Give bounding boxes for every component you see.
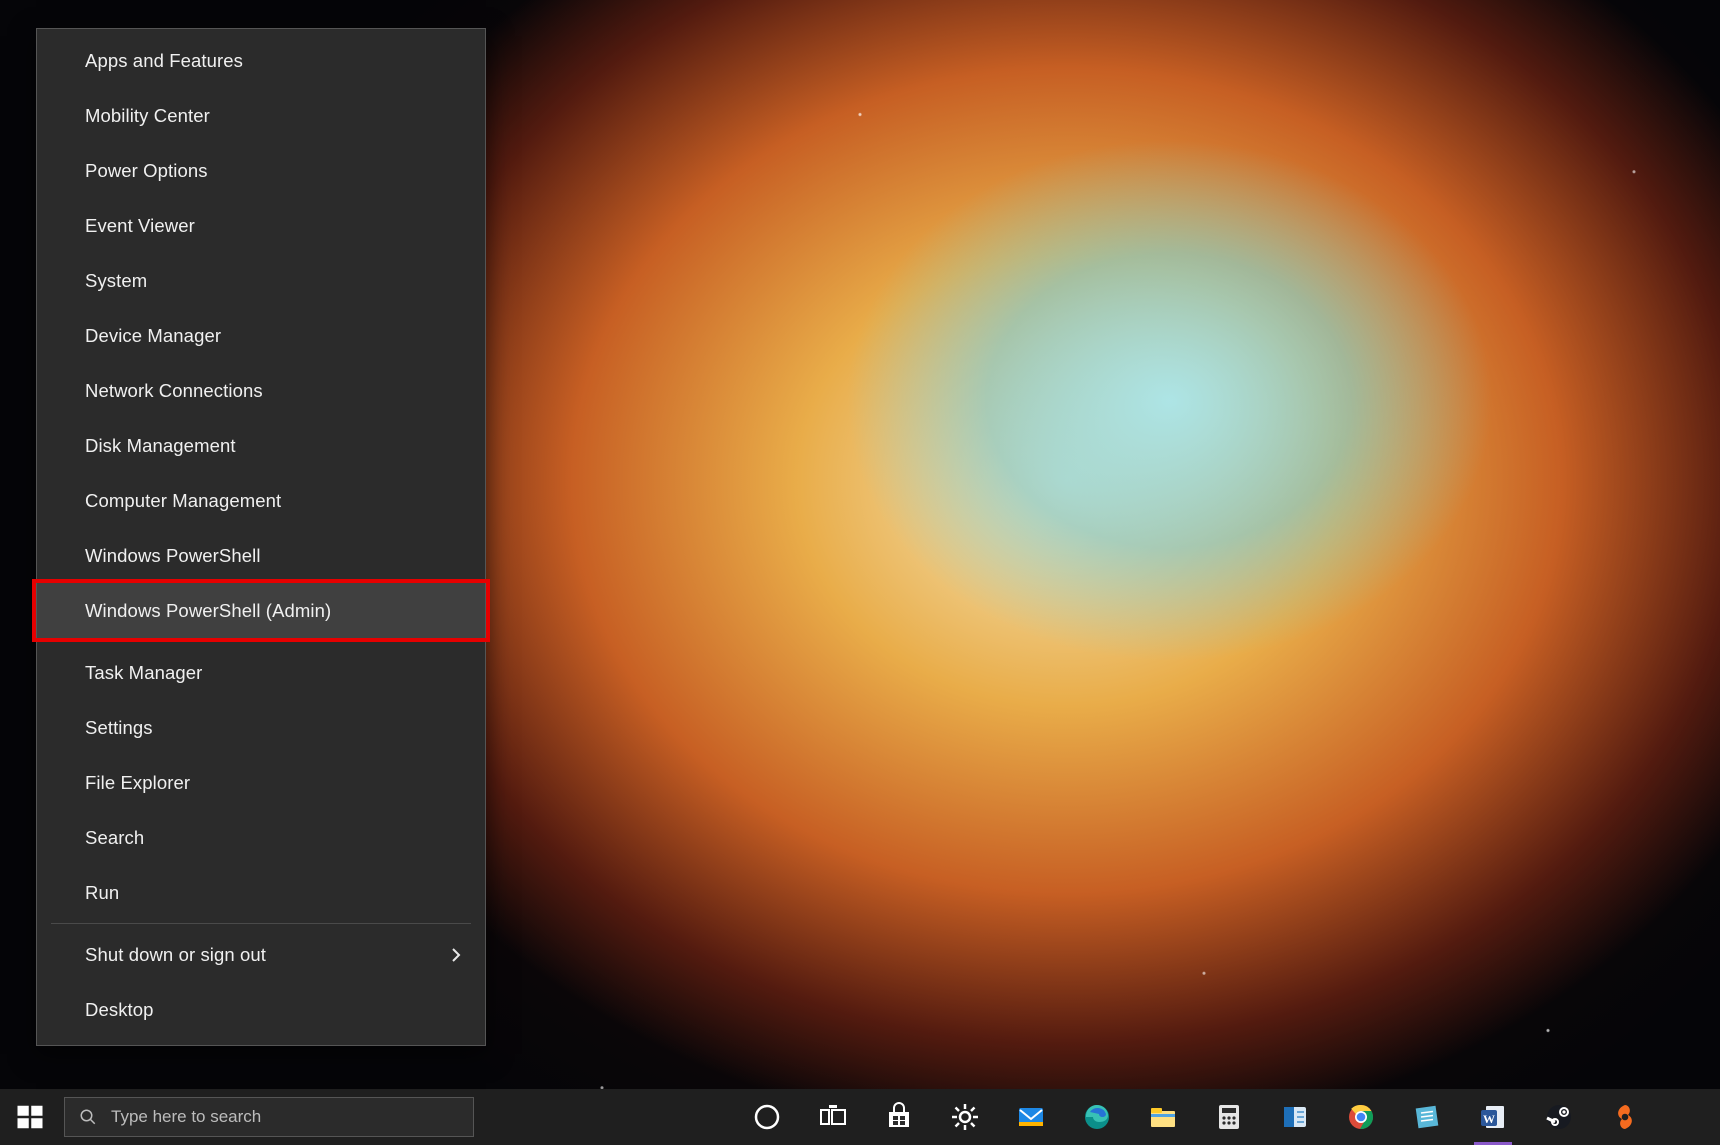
sticky-notes-icon <box>1412 1102 1442 1132</box>
menu-item-settings[interactable]: Settings <box>37 700 485 755</box>
menu-item-label: Task Manager <box>85 662 202 684</box>
menu-item-power-options[interactable]: Power Options <box>37 143 485 198</box>
menu-item-run[interactable]: Run <box>37 865 485 920</box>
start-button[interactable] <box>0 1089 60 1145</box>
chevron-right-icon <box>451 947 461 963</box>
search-placeholder-text: Type here to search <box>111 1107 261 1127</box>
taskbar-item-onenote[interactable] <box>1262 1089 1328 1145</box>
edge-icon <box>1082 1102 1112 1132</box>
menu-item-desktop[interactable]: Desktop <box>37 982 485 1037</box>
menu-item-system[interactable]: System <box>37 253 485 308</box>
microsoft-store-icon <box>884 1102 914 1132</box>
taskbar-item-mail[interactable] <box>998 1089 1064 1145</box>
menu-item-label: Apps and Features <box>85 50 243 72</box>
menu-item-label: Event Viewer <box>85 215 195 237</box>
taskbar: Type here to search <box>0 1089 1720 1145</box>
taskbar-item-store[interactable] <box>866 1089 932 1145</box>
menu-item-powershell-admin[interactable]: Windows PowerShell (Admin) <box>37 583 485 638</box>
menu-item-label: Windows PowerShell (Admin) <box>85 600 331 622</box>
menu-item-shutdown-signout[interactable]: Shut down or sign out <box>37 927 485 982</box>
menu-item-file-explorer[interactable]: File Explorer <box>37 755 485 810</box>
menu-item-label: Settings <box>85 717 153 739</box>
menu-item-mobility-center[interactable]: Mobility Center <box>37 88 485 143</box>
taskbar-item-settings[interactable] <box>932 1089 998 1145</box>
menu-item-task-manager[interactable]: Task Manager <box>37 645 485 700</box>
task-view-icon <box>818 1102 848 1132</box>
menu-item-computer-management[interactable]: Computer Management <box>37 473 485 528</box>
word-icon <box>1478 1102 1508 1132</box>
menu-item-label: Run <box>85 882 119 904</box>
taskbar-item-word[interactable] <box>1460 1089 1526 1145</box>
menu-item-label: Computer Management <box>85 490 281 512</box>
menu-item-device-manager[interactable]: Device Manager <box>37 308 485 363</box>
menu-item-label: Power Options <box>85 160 208 182</box>
taskbar-pinned-apps <box>734 1089 1658 1145</box>
winx-context-menu: Apps and Features Mobility Center Power Op… <box>36 28 486 1046</box>
menu-item-label: Windows PowerShell <box>85 545 261 567</box>
onenote-icon <box>1280 1102 1310 1132</box>
taskbar-item-edge[interactable] <box>1064 1089 1130 1145</box>
menu-item-label: Search <box>85 827 144 849</box>
taskbar-left-group: Type here to search <box>0 1089 474 1145</box>
taskbar-item-chrome[interactable] <box>1328 1089 1394 1145</box>
taskbar-item-calculator[interactable] <box>1196 1089 1262 1145</box>
taskbar-item-steam[interactable] <box>1526 1089 1592 1145</box>
taskbar-search-box[interactable]: Type here to search <box>64 1097 474 1137</box>
taskbar-item-task-view[interactable] <box>800 1089 866 1145</box>
menu-item-search[interactable]: Search <box>37 810 485 865</box>
menu-item-apps-features[interactable]: Apps and Features <box>37 33 485 88</box>
menu-item-label: System <box>85 270 147 292</box>
menu-item-label: Shut down or sign out <box>85 944 266 966</box>
calculator-icon <box>1214 1102 1244 1132</box>
menu-item-label: Network Connections <box>85 380 263 402</box>
taskbar-item-cortana[interactable] <box>734 1089 800 1145</box>
settings-gear-icon <box>950 1102 980 1132</box>
file-explorer-icon <box>1148 1102 1178 1132</box>
menu-item-network-connections[interactable]: Network Connections <box>37 363 485 418</box>
menu-item-label: File Explorer <box>85 772 190 794</box>
menu-item-label: Disk Management <box>85 435 236 457</box>
menu-item-label: Device Manager <box>85 325 221 347</box>
menu-item-disk-management[interactable]: Disk Management <box>37 418 485 473</box>
taskbar-item-origin[interactable] <box>1592 1089 1658 1145</box>
steam-icon <box>1544 1102 1574 1132</box>
windows-logo-icon <box>15 1102 45 1132</box>
menu-item-event-viewer[interactable]: Event Viewer <box>37 198 485 253</box>
menu-separator <box>51 923 471 924</box>
search-icon <box>79 1108 97 1126</box>
origin-icon <box>1610 1102 1640 1132</box>
mail-icon <box>1016 1102 1046 1132</box>
menu-item-label: Mobility Center <box>85 105 210 127</box>
taskbar-item-explorer[interactable] <box>1130 1089 1196 1145</box>
menu-item-label: Desktop <box>85 999 154 1021</box>
taskbar-item-notes[interactable] <box>1394 1089 1460 1145</box>
chrome-icon <box>1346 1102 1376 1132</box>
menu-separator <box>51 641 471 642</box>
menu-item-powershell[interactable]: Windows PowerShell <box>37 528 485 583</box>
cortana-icon <box>752 1102 782 1132</box>
